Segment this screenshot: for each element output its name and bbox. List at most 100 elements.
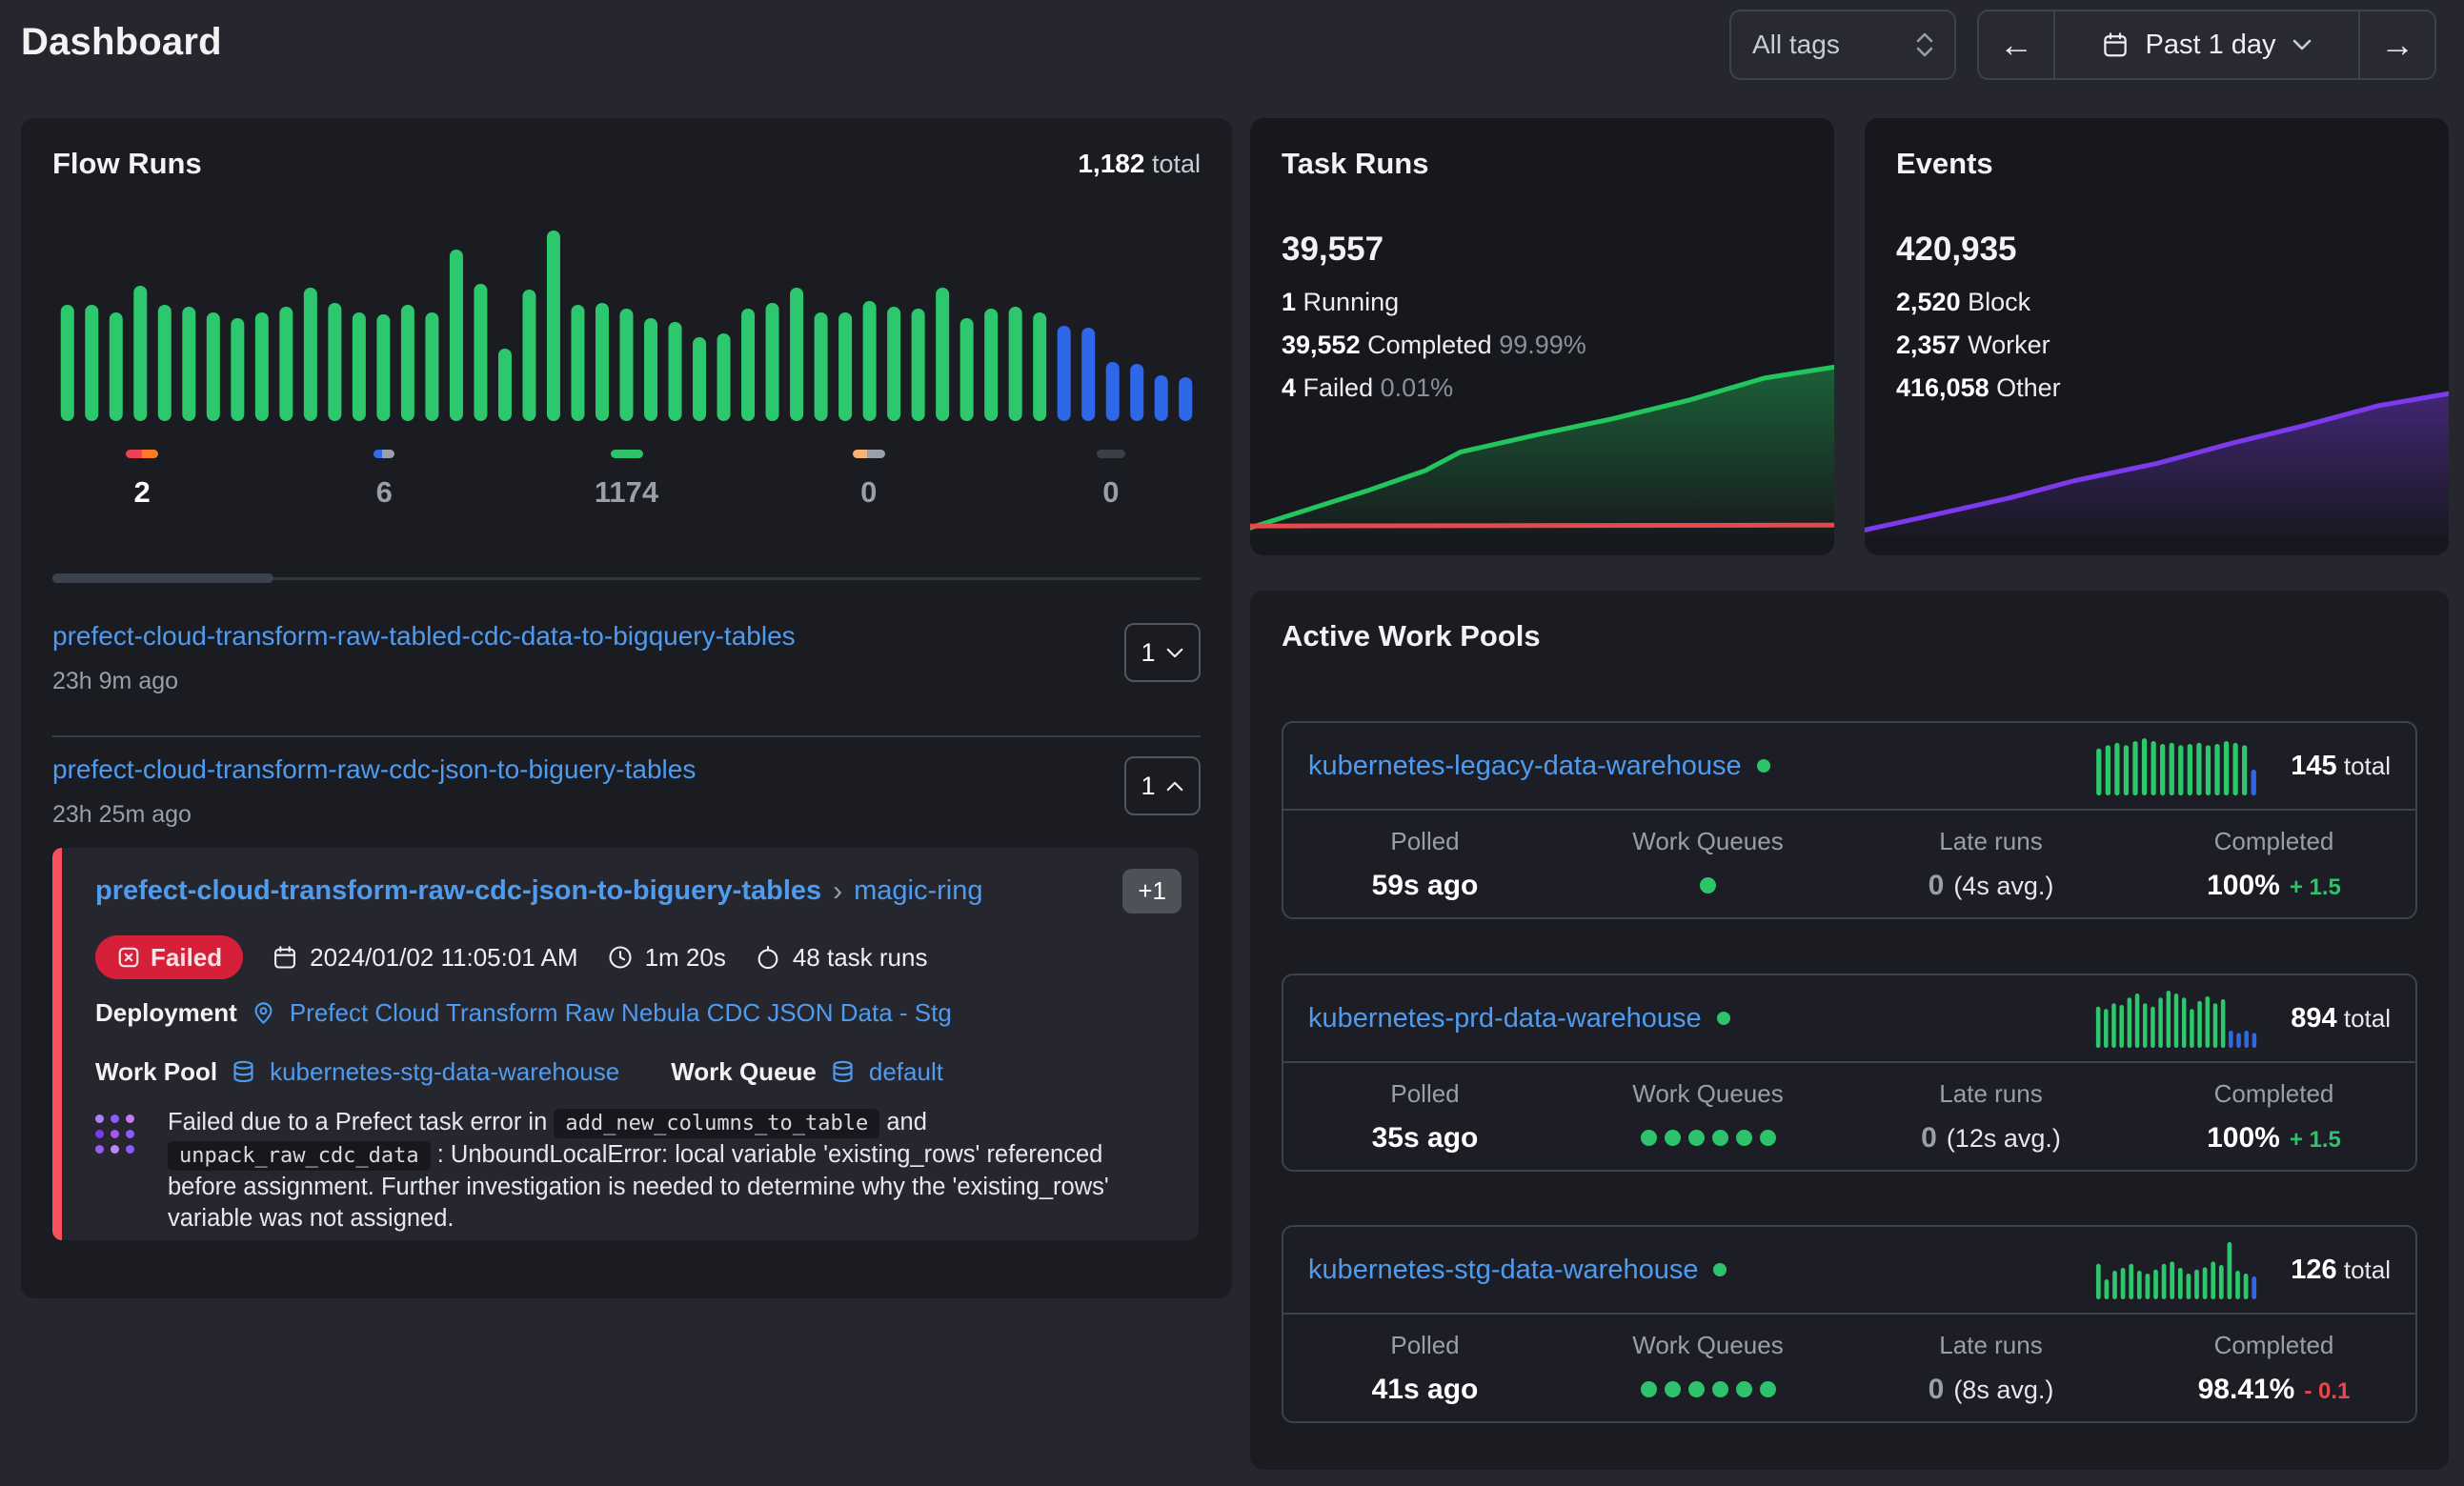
collapse-run-button[interactable]: 1 xyxy=(1124,756,1201,815)
flow-run-list-item: prefect-cloud-transform-raw-tabled-cdc-d… xyxy=(52,621,1201,733)
work-pool-label: Work Pool xyxy=(95,1057,217,1087)
late-runs-stat: Late runs 0(12s avg.) xyxy=(1849,1079,2132,1155)
flow-run-link[interactable]: prefect-cloud-transform-raw-tabled-cdc-d… xyxy=(52,621,796,652)
flow-runs-panel: Flow Runs 1,182 total 2 6 1174 0 0 prefe… xyxy=(21,118,1232,1298)
flow-run-name-link[interactable]: magic-ring xyxy=(854,875,1111,907)
status-dot-icon xyxy=(1713,1263,1727,1276)
arrow-left-icon: ← xyxy=(1999,25,2033,65)
flow-runs-title: Flow Runs xyxy=(52,147,202,181)
events-title: Events xyxy=(1896,147,1993,181)
failed-state-stripe xyxy=(52,848,62,1240)
events-panel: Events 420,935 2,520 Block 2,357 Worker … xyxy=(1865,118,2449,555)
pool-mini-bar-chart[interactable] xyxy=(2094,736,2258,795)
events-line-chart[interactable] xyxy=(1865,360,2449,536)
active-work-pools-title: Active Work Pools xyxy=(1282,619,1541,653)
tags-filter-value: All tags xyxy=(1752,30,1840,60)
work-pool-link[interactable]: kubernetes-prd-data-warehouse xyxy=(1308,1003,1702,1034)
expand-run-button[interactable]: 1 xyxy=(1124,623,1201,682)
database-icon xyxy=(830,1059,856,1085)
chevron-down-icon xyxy=(1165,647,1184,659)
date-next-button[interactable]: → xyxy=(2360,11,2434,78)
task-runs-title: Task Runs xyxy=(1282,147,1428,181)
failed-run-detail-card: prefect-cloud-transform-raw-cdc-json-to-… xyxy=(52,848,1199,1240)
work-pool-link[interactable]: kubernetes-stg-data-warehouse xyxy=(1308,1255,1698,1286)
chevron-up-icon xyxy=(1165,780,1184,793)
horizontal-scrollbar[interactable] xyxy=(52,573,1201,583)
work-queue-label: Work Queue xyxy=(671,1057,817,1087)
flow-runs-bar-chart[interactable] xyxy=(55,229,1198,421)
running-row: 1 Running xyxy=(1282,288,1586,317)
scrollbar-thumb[interactable] xyxy=(52,573,273,583)
late-runs-stat: Late runs 0(4s avg.) xyxy=(1849,827,2132,902)
stat-pending[interactable]: 0 xyxy=(748,450,990,510)
flow-runs-state-stats: 2 6 1174 0 0 xyxy=(21,450,1232,510)
work-pool-link[interactable]: kubernetes-legacy-data-warehouse xyxy=(1308,751,1742,782)
select-chevrons-icon xyxy=(1916,32,1933,57)
pool-total: 145 total xyxy=(2291,751,2391,782)
arrow-right-icon: → xyxy=(2380,25,2414,65)
failed-x-icon xyxy=(116,945,141,970)
date-range-control: ← Past 1 day → xyxy=(1977,10,2436,80)
tags-filter-select[interactable]: All tags xyxy=(1729,10,1956,80)
clock-icon xyxy=(607,944,634,971)
block-row: 2,520 Block xyxy=(1896,288,2061,317)
flow-runs-total: 1,182 total xyxy=(1078,149,1201,179)
task-runs-line-chart[interactable] xyxy=(1250,344,1834,534)
date-range-label: Past 1 day xyxy=(2145,30,2275,61)
work-queues-stat: Work Queues xyxy=(1566,827,1849,902)
status-dot-icon xyxy=(1757,759,1770,773)
error-task-code: unpack_raw_cdc_data xyxy=(168,1141,431,1171)
work-pool-card: kubernetes-stg-data-warehouse 126 total … xyxy=(1282,1225,2417,1423)
late-runs-stat: Late runs 0(8s avg.) xyxy=(1849,1331,2132,1406)
stat-other[interactable]: 0 xyxy=(990,450,1232,510)
stat-completed[interactable]: 1174 xyxy=(505,450,747,510)
pool-mini-bar-chart[interactable] xyxy=(2094,989,2258,1048)
chevron-down-icon xyxy=(2292,38,2313,51)
work-pool-link[interactable]: kubernetes-stg-data-warehouse xyxy=(270,1057,619,1087)
pool-total: 126 total xyxy=(2291,1255,2391,1286)
queue-health-dots xyxy=(1641,1122,1776,1155)
stat-late[interactable]: 2 xyxy=(21,450,263,510)
queue-health-dots xyxy=(1641,1374,1776,1406)
stat-scheduled[interactable]: 6 xyxy=(263,450,505,510)
status-dot-icon xyxy=(1717,1012,1730,1025)
queue-health-dots xyxy=(1700,870,1716,902)
flow-run-time: 23h 25m ago xyxy=(52,801,1201,829)
polled-stat: Polled 59s ago xyxy=(1283,827,1566,902)
scheduled-dash-icon xyxy=(374,450,394,458)
completed-stat: Completed 100%+ 1.5 xyxy=(2132,1079,2415,1155)
date-range-button[interactable]: Past 1 day xyxy=(2053,11,2360,78)
work-queue-link[interactable]: default xyxy=(869,1057,943,1087)
polled-stat: Polled 35s ago xyxy=(1283,1079,1566,1155)
events-total: 420,935 xyxy=(1896,231,2017,269)
run-duration: 1m 20s xyxy=(607,943,726,973)
work-queues-stat: Work Queues xyxy=(1566,1331,1849,1406)
pool-mini-bar-chart[interactable] xyxy=(2094,1240,2258,1299)
other-dash-icon xyxy=(1097,450,1125,458)
calendar-icon xyxy=(2101,30,2130,59)
work-pool-card: kubernetes-prd-data-warehouse 894 total … xyxy=(1282,974,2417,1172)
more-runs-badge[interactable]: +1 xyxy=(1122,869,1182,914)
run-task-count: 48 task runs xyxy=(755,943,928,973)
flow-run-time: 23h 9m ago xyxy=(52,668,1201,695)
polled-stat: Polled 41s ago xyxy=(1283,1331,1566,1406)
deployment-link[interactable]: Prefect Cloud Transform Raw Nebula CDC J… xyxy=(290,998,952,1028)
divider xyxy=(52,735,1201,737)
failed-state-badge: Failed xyxy=(95,935,243,979)
calendar-icon xyxy=(272,944,298,971)
date-prev-button[interactable]: ← xyxy=(1979,11,2053,78)
completed-dash-icon xyxy=(611,450,643,458)
completed-stat: Completed 98.41%- 0.1 xyxy=(2132,1331,2415,1406)
pending-dash-icon xyxy=(853,450,885,458)
pool-total: 894 total xyxy=(2291,1003,2391,1034)
task-runs-panel: Task Runs 39,557 1 Running 39,552 Comple… xyxy=(1250,118,1834,555)
work-pool-card: kubernetes-legacy-data-warehouse 145 tot… xyxy=(1282,721,2417,919)
flow-run-link[interactable]: prefect-cloud-transform-raw-cdc-json-to-… xyxy=(52,754,696,785)
active-work-pools-panel: Active Work Pools kubernetes-legacy-data… xyxy=(1250,591,2449,1470)
breadcrumb-separator: › xyxy=(833,875,842,908)
work-queues-stat: Work Queues xyxy=(1566,1079,1849,1155)
database-icon xyxy=(231,1059,256,1085)
flow-name-link[interactable]: prefect-cloud-transform-raw-cdc-json-to-… xyxy=(95,875,821,907)
completed-stat: Completed 100%+ 1.5 xyxy=(2132,827,2415,902)
deployment-label: Deployment xyxy=(95,998,237,1028)
